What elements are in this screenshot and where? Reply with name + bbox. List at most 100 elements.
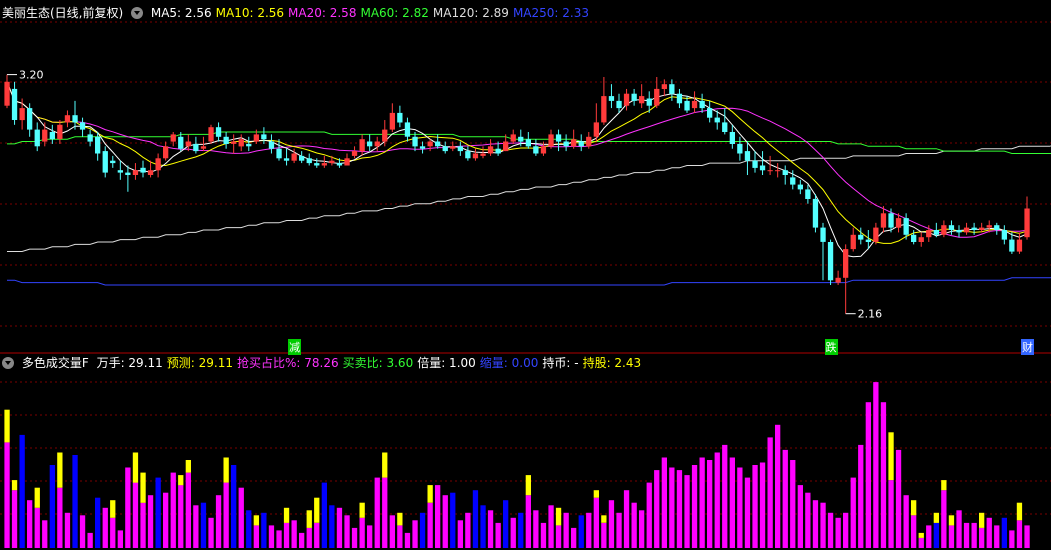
candle-body [850, 234, 856, 250]
volume-bar-top [306, 510, 312, 528]
volume-bar-top [593, 490, 599, 498]
candle-body [639, 96, 645, 104]
candle-body [911, 234, 917, 242]
candle-body [472, 153, 479, 159]
volume-bar [472, 490, 479, 548]
candle-body [4, 81, 10, 106]
signal-marker[interactable]: 财 [1021, 339, 1034, 355]
volume-bar [631, 502, 637, 548]
candle-body [631, 93, 637, 101]
volume-bar [586, 512, 592, 548]
candle-body [578, 141, 584, 147]
volume-bar [510, 517, 516, 548]
candle-body [291, 153, 297, 161]
volume-bar [19, 434, 25, 548]
candle-body [986, 225, 992, 228]
volume-bar [208, 517, 214, 548]
candle-body [555, 134, 562, 142]
high-price-label: 3.20 [19, 69, 44, 82]
volume-bar [707, 460, 713, 548]
candle-body [533, 146, 539, 154]
candle-body [132, 170, 139, 175]
candle-body [503, 141, 509, 152]
candle-body [918, 237, 924, 242]
candle-body [321, 163, 327, 166]
candle-body [397, 112, 403, 123]
candle-body [873, 227, 879, 242]
candle-body [72, 115, 78, 123]
candle-body [563, 141, 569, 147]
low-price-label: 2.16 [858, 308, 883, 321]
volume-bar [404, 532, 411, 548]
volume-bar [979, 527, 985, 548]
volume-bar [1009, 530, 1015, 548]
volume-bar [125, 467, 131, 548]
volume-bar [132, 482, 139, 548]
candle-body [623, 93, 630, 106]
candle-body [276, 148, 282, 159]
candle-body [457, 146, 463, 152]
candle-body [518, 136, 524, 142]
candle-body [64, 115, 71, 123]
volume-bar [140, 502, 146, 548]
volume-bar [548, 505, 554, 548]
volume-bar [691, 465, 698, 548]
candle-body [19, 108, 25, 121]
volume-bar-top [253, 515, 259, 526]
candle-body [865, 239, 871, 242]
signal-marker[interactable]: 减 [288, 339, 302, 355]
candle-body [805, 189, 811, 199]
volume-bar [367, 525, 373, 548]
volume-bar [314, 522, 320, 548]
volume-bar [374, 477, 380, 548]
volume-bar [865, 402, 871, 548]
volume-bar [729, 457, 735, 548]
volume-bar [608, 500, 615, 548]
candle-body [163, 146, 169, 159]
candle-body [669, 84, 675, 94]
candle-body [797, 184, 803, 190]
volume-bar-top [132, 452, 139, 483]
candle-body [435, 141, 441, 147]
candle-body [782, 170, 788, 175]
volume-bar [382, 477, 388, 548]
candle-body [1001, 230, 1007, 240]
candle-body [608, 96, 615, 101]
volume-bar-top [979, 512, 985, 528]
volume-bar [351, 527, 358, 548]
volume-bar [450, 492, 456, 548]
candle-body [956, 230, 962, 233]
candle-body [314, 163, 320, 166]
volume-bar [850, 477, 856, 548]
volume-bar [215, 495, 222, 548]
volume-bar [880, 402, 887, 548]
candle-body [903, 218, 909, 235]
volume-bar-top [601, 515, 607, 523]
volume-bar [57, 487, 63, 548]
candle-body [404, 122, 411, 137]
volume-bar [412, 520, 418, 548]
candle-body [359, 139, 365, 152]
volume-bar [601, 522, 607, 548]
volume-bar [775, 424, 781, 548]
candle-body [329, 160, 335, 164]
candle-body [714, 117, 720, 123]
candle-body [495, 148, 501, 154]
candle-body [729, 132, 735, 144]
volume-bar-top [283, 507, 290, 523]
candle-body [42, 129, 48, 142]
volume-bar-top [911, 500, 917, 516]
volume-bar [435, 485, 441, 548]
candle-body [11, 88, 18, 120]
kline-chart[interactable]: 3.20 2.16 [0, 0, 1051, 550]
volume-bar [4, 442, 10, 548]
candle-body [654, 88, 660, 106]
candle-body [299, 155, 305, 161]
candle-body [661, 84, 667, 89]
volume-bar [926, 525, 932, 548]
volume-bar [87, 532, 93, 548]
volume-bar [261, 512, 267, 548]
volume-bar [812, 500, 819, 548]
signal-marker[interactable]: 跌 [824, 339, 838, 355]
volume-bar [223, 482, 229, 548]
